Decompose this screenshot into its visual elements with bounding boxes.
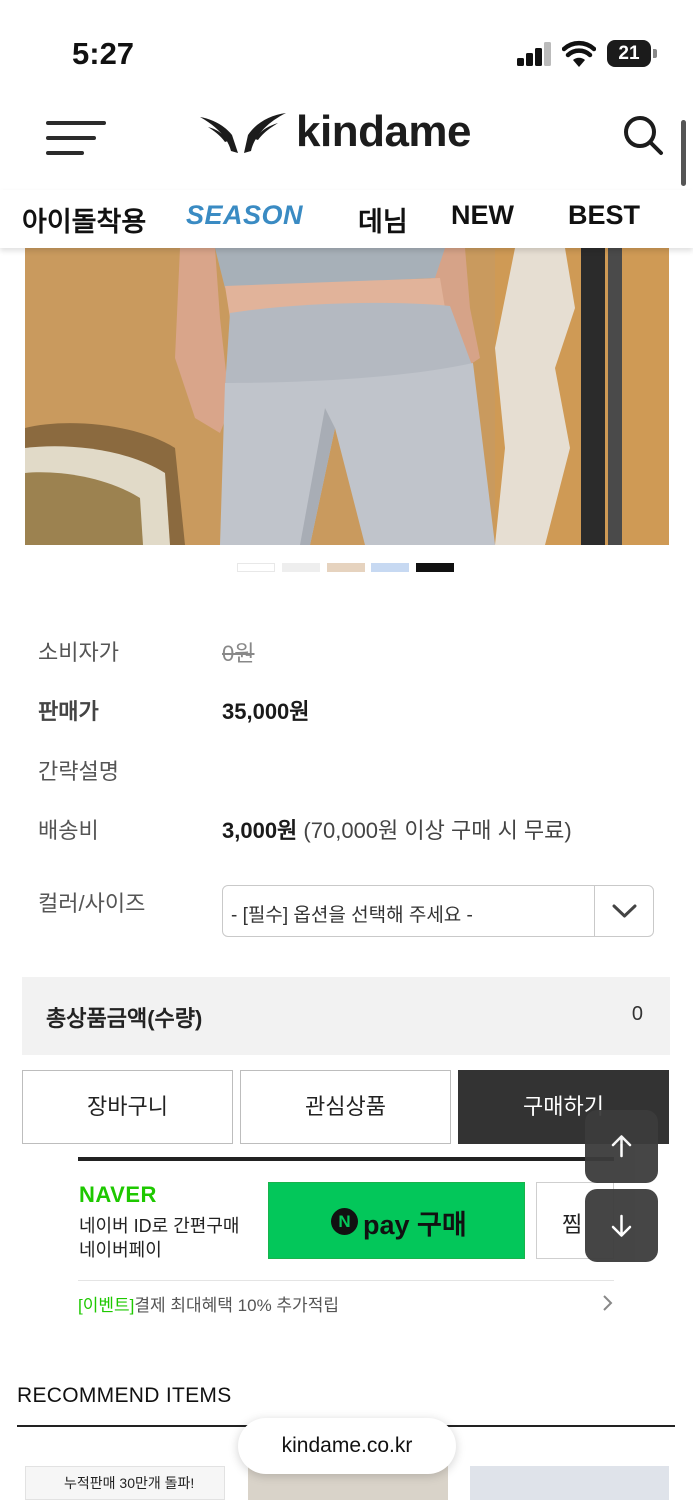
naver-pay-button-label: pay 구매	[363, 1210, 467, 1240]
total-amount-bar: 총상품금액(수량) 0	[22, 977, 670, 1055]
search-icon[interactable]	[622, 114, 664, 156]
shipping-label: 배송비	[38, 818, 99, 843]
tab-new[interactable]: NEW	[451, 200, 514, 231]
site-header: kindame	[0, 100, 693, 180]
page-scrollbar[interactable]	[681, 120, 686, 186]
tab-season[interactable]: SEASON	[186, 200, 303, 231]
product-image[interactable]	[25, 248, 669, 545]
tab-idol[interactable]: 아이돌착용	[22, 200, 146, 239]
option-select-value: - [필수] 옵션을 선택해 주세요 -	[231, 905, 473, 926]
naver-logo: NAVER	[79, 1182, 157, 1207]
cellular-signal-icon	[517, 42, 551, 66]
recommend-title: RECOMMEND ITEMS	[17, 1384, 232, 1407]
carousel-dot[interactable]	[416, 563, 454, 572]
consumer-price: 0원	[222, 641, 255, 666]
naver-event-link[interactable]: [이벤트]결제 최대혜택 10% 추가적립	[78, 1291, 339, 1316]
carousel-dot[interactable]	[327, 563, 365, 572]
event-tag: [이벤트]	[78, 1296, 135, 1315]
arrow-down-icon	[611, 1214, 632, 1237]
carousel-dot[interactable]	[237, 563, 275, 572]
tab-denim[interactable]: 데님	[358, 200, 408, 239]
naver-pay-desc-2: 네이버페이	[79, 1240, 162, 1260]
wishlist-button[interactable]: 관심상품	[240, 1070, 451, 1144]
option-label: 컬러/사이즈	[38, 891, 146, 916]
tab-best[interactable]: BEST	[568, 200, 640, 231]
chevron-right-icon[interactable]	[598, 1294, 616, 1312]
scroll-top-button[interactable]	[585, 1110, 658, 1183]
shipping-fee: 3,000원	[222, 818, 298, 843]
status-time: 5:27	[72, 36, 135, 71]
recommend-item[interactable]: 누적판매 30만개 돌파!	[25, 1466, 225, 1500]
logo-text: kindame	[296, 107, 472, 156]
naver-n-icon: N	[331, 1208, 358, 1235]
sale-price-label: 판매가	[38, 699, 99, 724]
arrow-up-icon	[611, 1135, 632, 1158]
status-bar: 5:27 21	[0, 0, 693, 100]
naver-pay-desc-1: 네이버 ID로 간편구매	[79, 1216, 240, 1236]
carousel-dot[interactable]	[371, 563, 409, 572]
sale-price: 35,000원	[222, 699, 310, 724]
wifi-icon	[562, 40, 596, 67]
shipping-info: 3,000원 (70,000원 이상 구매 시 무료)	[222, 813, 572, 845]
recommend-item[interactable]	[470, 1466, 669, 1500]
logo-wings-icon	[200, 113, 286, 153]
event-text: 결제 최대혜택 10% 추가적립	[134, 1296, 339, 1315]
menu-icon[interactable]	[46, 121, 106, 155]
recommend-item-badge: 누적판매 30만개 돌파!	[64, 1475, 195, 1491]
summary-label: 간략설명	[38, 759, 119, 784]
category-nav: 아이돌착용 SEASON 데님 NEW BEST	[0, 190, 693, 248]
chevron-down-icon[interactable]	[594, 886, 653, 936]
scroll-bottom-button[interactable]	[585, 1189, 658, 1262]
shipping-note: (70,000원 이상 구매 시 무료)	[303, 818, 572, 843]
carousel-dot[interactable]	[282, 563, 320, 572]
browser-url-bar[interactable]: kindame.co.kr	[238, 1418, 456, 1474]
battery-level: 21	[607, 40, 651, 67]
battery-icon: 21	[607, 40, 657, 67]
naver-pay-separator	[78, 1280, 614, 1281]
naver-pay-divider	[78, 1157, 614, 1161]
consumer-price-label: 소비자가	[38, 640, 119, 665]
site-logo[interactable]: kindame	[198, 106, 472, 158]
naver-pay-button[interactable]: N pay 구매	[268, 1182, 525, 1259]
total-label: 총상품금액(수량)	[46, 1006, 203, 1031]
cart-button[interactable]: 장바구니	[22, 1070, 233, 1144]
total-value: 0	[631, 1003, 643, 1025]
option-select[interactable]: - [필수] 옵션을 선택해 주세요 -	[222, 885, 654, 937]
